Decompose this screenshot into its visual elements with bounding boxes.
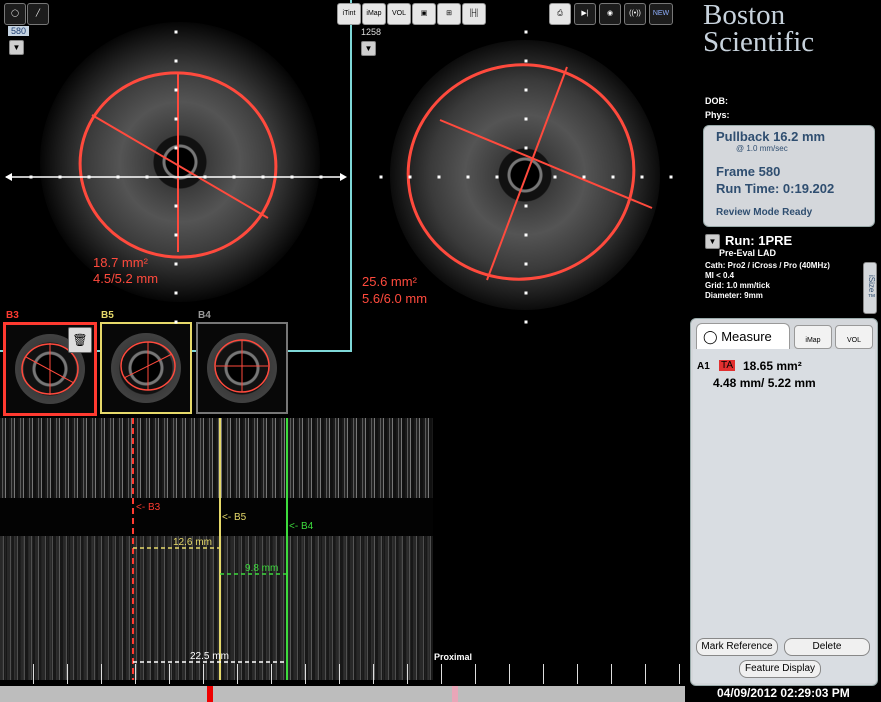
lumen-contour — [406, 63, 636, 281]
delete-button[interactable]: Delete — [784, 638, 870, 656]
new-icon: NEW — [652, 10, 670, 17]
longitudinal-dark-area — [433, 418, 685, 680]
chevron-down-icon: ▼ — [12, 43, 21, 52]
min-diameter-line — [91, 114, 269, 219]
measure-area: 18.65 mm² — [743, 359, 802, 373]
brand-line-1: Boston — [703, 0, 786, 31]
bookmark-label-b3: B3 — [6, 310, 19, 321]
vol-icon: VOL — [391, 10, 406, 17]
lasso-tool-icon: ◯ — [11, 10, 19, 17]
max-diameter-line — [439, 119, 653, 209]
thumb-overlay — [214, 339, 270, 393]
chevron-down-icon: ▼ — [708, 237, 717, 246]
left-diameter-label: 4.5/5.2 mm — [93, 271, 159, 286]
brand-logo: Boston Scientific — [703, 0, 815, 58]
mi-info: MI < 0.4 — [705, 271, 735, 280]
bookmark-label-b4: B4 — [198, 310, 211, 321]
left-area-label: 18.7 mm² — [93, 255, 148, 270]
thumb-overlay — [120, 341, 176, 391]
tab-measure-label: Measure — [721, 329, 772, 344]
isize-label: iSize™ — [867, 274, 876, 302]
left-ivus-view[interactable]: 18.7 mm² 4.5/5.2 mm — [0, 0, 352, 352]
marker-label-b4: <- B4 — [289, 521, 314, 532]
broadcast-icon: ((•)) — [629, 10, 641, 17]
timeline-current-marker[interactable] — [207, 686, 213, 702]
distance-label-2: 9.8 mm — [245, 563, 279, 574]
record-icon: ◉ — [606, 10, 614, 17]
marker-label-b3: <- B3 — [136, 502, 161, 513]
right-area-label: 25.6 mm² — [362, 274, 417, 289]
mark-reference-button[interactable]: Mark Reference — [696, 638, 778, 656]
left-measurement-overlay — [5, 71, 347, 259]
imap-icon: iMap — [366, 10, 382, 17]
phys-label: Phys: — [705, 110, 730, 120]
distance-label-1: 12.6 mm — [173, 537, 212, 548]
grid-info: Grid: 1.0 mm/tick — [705, 281, 770, 290]
measure-panel: ◯ Measure iMap VOL A1 TA 18.65 mm² 4.48 … — [690, 318, 878, 686]
measure-content: A1 TA 18.65 mm² 4.48 mm/ 5.22 mm — [693, 349, 875, 683]
frame-label: Frame 580 — [716, 164, 781, 179]
datetime-label: 04/09/2012 02:29:03 PM — [717, 686, 850, 700]
longitudinal-overlay — [132, 418, 288, 680]
feature-display-button[interactable]: Feature Display — [739, 660, 821, 678]
pullback-title: Pullback 16.2 mm — [716, 129, 826, 144]
layers-icon: ▣ — [420, 10, 428, 17]
itint-icon: iTint — [342, 10, 356, 17]
pullback-speed: @ 1.0 mm/sec — [736, 144, 788, 153]
dob-label: DOB: — [705, 96, 728, 106]
cath-info: Cath: Pro2 / iCross / Pro (40MHz) — [705, 261, 830, 270]
trash-icon: 🗑 — [72, 333, 88, 347]
measure-id: A1 — [697, 361, 710, 372]
play-icon: ▶| — [581, 10, 589, 17]
lasso-tool-button[interactable]: ◯ — [4, 3, 26, 25]
run-name: Run: 1PRE — [725, 233, 793, 248]
left-frame-number: 580 — [8, 26, 30, 36]
run-dropdown[interactable]: ▼ — [705, 234, 720, 249]
timeline-scrollbar[interactable] — [0, 686, 685, 702]
status-label: Review Mode Ready — [716, 207, 813, 218]
measure-diameters: 4.48 mm/ 5.22 mm — [713, 376, 816, 390]
imap-icon: iMap — [805, 337, 821, 344]
bookmark-thumb-b4[interactable] — [196, 322, 288, 414]
left-frame-dropdown[interactable]: ▼ — [9, 40, 24, 55]
longitudinal-ruler — [0, 664, 685, 684]
diameter-info: Diameter: 9mm — [705, 291, 763, 300]
run-time-label: Run Time: 0:19.202 — [716, 181, 835, 196]
right-diameter-label: 5.6/6.0 mm — [362, 291, 428, 306]
lasso-icon: ◯ — [703, 329, 718, 344]
marker-label-b5: <- B5 — [222, 512, 247, 523]
longitudinal-icon: ╟╢ — [469, 10, 479, 17]
bookmark-thumb-b3[interactable]: 🗑 — [3, 322, 97, 416]
pen-tool-icon: ╱ — [35, 10, 41, 17]
sidebar: Boston Scientific DOB: Phys: Pullback 16… — [685, 0, 881, 702]
timeline-secondary-marker[interactable] — [452, 686, 458, 702]
measure-type-badge: TA — [719, 360, 736, 371]
print-icon: ⎙ — [557, 10, 563, 17]
bookmark-thumb-b5[interactable] — [100, 322, 192, 414]
pullback-panel: Pullback 16.2 mm @ 1.0 mm/sec Frame 580 … — [703, 125, 875, 227]
bookmark-label-b5: B5 — [101, 310, 114, 321]
trash-button[interactable]: 🗑 — [68, 327, 92, 353]
isize-tab[interactable]: iSize™ — [863, 262, 877, 314]
proximal-label: Proximal — [434, 652, 473, 662]
grid-icon: ⊞ — [446, 10, 452, 17]
vol-icon: VOL — [846, 337, 861, 344]
tab-vol[interactable]: VOL — [835, 325, 873, 349]
run-subtitle: Pre-Eval LAD — [719, 248, 777, 258]
tab-measure[interactable]: ◯ Measure — [696, 323, 790, 350]
min-diameter-line — [486, 66, 568, 281]
pen-tool-button[interactable]: ╱ — [27, 3, 49, 25]
brand-line-2: Scientific — [703, 26, 815, 58]
distance-label-3: 22.5 mm — [190, 651, 229, 662]
run-details: Cath: Pro2 / iCross / Pro (40MHz) MI < 0… — [705, 261, 830, 301]
tab-imap[interactable]: iMap — [794, 325, 832, 349]
